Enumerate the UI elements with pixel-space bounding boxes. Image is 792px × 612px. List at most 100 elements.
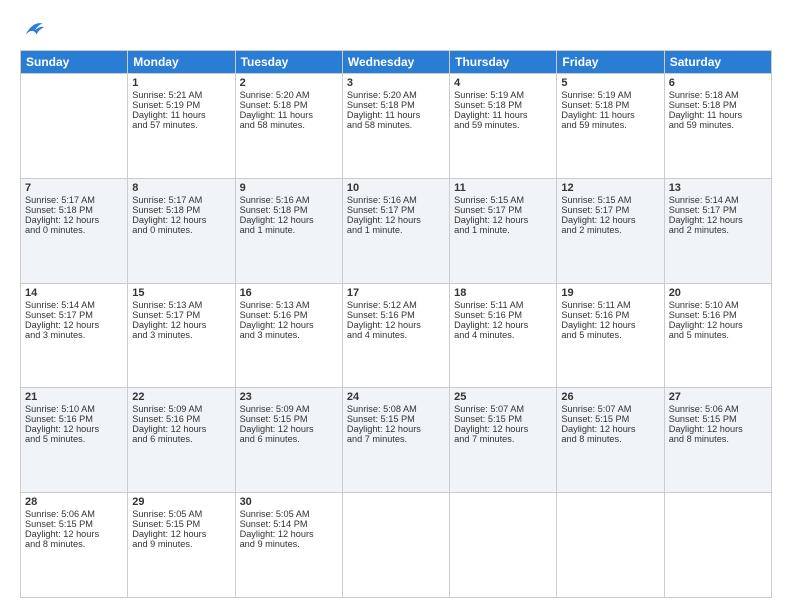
day-info-line: Sunrise: 5:08 AM <box>347 404 445 414</box>
day-info-line: Sunset: 5:18 PM <box>347 100 445 110</box>
day-number: 17 <box>347 287 445 299</box>
calendar-cell: 26Sunrise: 5:07 AMSunset: 5:15 PMDayligh… <box>557 388 664 493</box>
calendar-cell: 13Sunrise: 5:14 AMSunset: 5:17 PMDayligh… <box>664 178 771 283</box>
day-info-line: Sunrise: 5:11 AM <box>454 300 552 310</box>
day-info-line: Daylight: 12 hours <box>347 424 445 434</box>
day-info-line: Sunrise: 5:13 AM <box>240 300 338 310</box>
day-info-line: and 58 minutes. <box>240 120 338 130</box>
day-info-line: Daylight: 11 hours <box>347 110 445 120</box>
day-number: 18 <box>454 287 552 299</box>
day-info-line: and 8 minutes. <box>25 539 123 549</box>
day-info-line: Sunrise: 5:18 AM <box>669 90 767 100</box>
day-info-line: Sunrise: 5:11 AM <box>561 300 659 310</box>
day-number: 21 <box>25 391 123 403</box>
day-info-line: and 1 minute. <box>240 225 338 235</box>
day-number: 9 <box>240 182 338 194</box>
day-info-line: Sunrise: 5:06 AM <box>669 404 767 414</box>
day-info-line: Daylight: 12 hours <box>669 424 767 434</box>
day-info-line: Sunset: 5:15 PM <box>669 414 767 424</box>
calendar-cell: 20Sunrise: 5:10 AMSunset: 5:16 PMDayligh… <box>664 283 771 388</box>
day-number: 6 <box>669 77 767 89</box>
day-info-line: Sunrise: 5:06 AM <box>25 509 123 519</box>
day-number: 10 <box>347 182 445 194</box>
calendar-cell: 24Sunrise: 5:08 AMSunset: 5:15 PMDayligh… <box>342 388 449 493</box>
day-info-line: Sunset: 5:15 PM <box>25 519 123 529</box>
week-row-2: 7Sunrise: 5:17 AMSunset: 5:18 PMDaylight… <box>21 178 772 283</box>
calendar-cell <box>342 493 449 598</box>
day-info-line: Sunrise: 5:09 AM <box>240 404 338 414</box>
day-info-line: Sunset: 5:15 PM <box>454 414 552 424</box>
day-info-line: Sunrise: 5:19 AM <box>561 90 659 100</box>
day-info-line: Daylight: 12 hours <box>454 424 552 434</box>
day-info-line: Sunrise: 5:07 AM <box>561 404 659 414</box>
day-info-line: and 7 minutes. <box>347 434 445 444</box>
day-info-line: Daylight: 12 hours <box>240 529 338 539</box>
day-info-line: Sunset: 5:15 PM <box>347 414 445 424</box>
day-info-line: Sunrise: 5:10 AM <box>25 404 123 414</box>
calendar-cell: 19Sunrise: 5:11 AMSunset: 5:16 PMDayligh… <box>557 283 664 388</box>
day-info-line: Sunset: 5:16 PM <box>669 310 767 320</box>
day-number: 12 <box>561 182 659 194</box>
day-info-line: Daylight: 11 hours <box>561 110 659 120</box>
day-number: 4 <box>454 77 552 89</box>
day-info-line: and 9 minutes. <box>132 539 230 549</box>
day-info-line: Sunset: 5:18 PM <box>240 205 338 215</box>
day-info-line: and 59 minutes. <box>669 120 767 130</box>
col-header-friday: Friday <box>557 51 664 74</box>
col-header-wednesday: Wednesday <box>342 51 449 74</box>
day-number: 2 <box>240 77 338 89</box>
calendar-cell: 5Sunrise: 5:19 AMSunset: 5:18 PMDaylight… <box>557 74 664 179</box>
col-header-thursday: Thursday <box>450 51 557 74</box>
calendar-cell: 11Sunrise: 5:15 AMSunset: 5:17 PMDayligh… <box>450 178 557 283</box>
day-number: 29 <box>132 496 230 508</box>
day-info-line: Daylight: 12 hours <box>25 529 123 539</box>
day-info-line: Daylight: 11 hours <box>669 110 767 120</box>
page: SundayMondayTuesdayWednesdayThursdayFrid… <box>0 0 792 612</box>
day-info-line: Daylight: 12 hours <box>132 215 230 225</box>
day-info-line: Sunrise: 5:20 AM <box>240 90 338 100</box>
day-number: 19 <box>561 287 659 299</box>
day-info-line: and 2 minutes. <box>561 225 659 235</box>
calendar-cell: 29Sunrise: 5:05 AMSunset: 5:15 PMDayligh… <box>128 493 235 598</box>
week-row-4: 21Sunrise: 5:10 AMSunset: 5:16 PMDayligh… <box>21 388 772 493</box>
day-info-line: Sunrise: 5:16 AM <box>347 195 445 205</box>
day-info-line: Daylight: 12 hours <box>347 320 445 330</box>
day-info-line: Daylight: 12 hours <box>132 320 230 330</box>
day-info-line: Sunrise: 5:15 AM <box>454 195 552 205</box>
week-row-3: 14Sunrise: 5:14 AMSunset: 5:17 PMDayligh… <box>21 283 772 388</box>
day-info-line: Daylight: 12 hours <box>240 320 338 330</box>
day-info-line: Daylight: 12 hours <box>454 320 552 330</box>
day-info-line: Sunset: 5:18 PM <box>240 100 338 110</box>
header <box>20 18 772 40</box>
day-info-line: Daylight: 12 hours <box>561 215 659 225</box>
day-info-line: Sunrise: 5:21 AM <box>132 90 230 100</box>
day-number: 16 <box>240 287 338 299</box>
day-info-line: and 9 minutes. <box>240 539 338 549</box>
day-info-line: Sunset: 5:18 PM <box>561 100 659 110</box>
day-info-line: and 5 minutes. <box>25 434 123 444</box>
day-info-line: Daylight: 12 hours <box>25 424 123 434</box>
day-info-line: and 5 minutes. <box>669 330 767 340</box>
calendar-cell: 28Sunrise: 5:06 AMSunset: 5:15 PMDayligh… <box>21 493 128 598</box>
day-info-line: Sunset: 5:17 PM <box>25 310 123 320</box>
day-number: 1 <box>132 77 230 89</box>
col-header-saturday: Saturday <box>664 51 771 74</box>
day-info-line: Sunset: 5:14 PM <box>240 519 338 529</box>
day-info-line: Sunrise: 5:10 AM <box>669 300 767 310</box>
calendar-table: SundayMondayTuesdayWednesdayThursdayFrid… <box>20 50 772 598</box>
day-info-line: and 58 minutes. <box>347 120 445 130</box>
week-row-1: 1Sunrise: 5:21 AMSunset: 5:19 PMDaylight… <box>21 74 772 179</box>
day-info-line: Daylight: 12 hours <box>25 320 123 330</box>
day-info-line: and 3 minutes. <box>25 330 123 340</box>
calendar-cell: 23Sunrise: 5:09 AMSunset: 5:15 PMDayligh… <box>235 388 342 493</box>
day-info-line: Daylight: 12 hours <box>561 424 659 434</box>
day-info-line: Sunrise: 5:14 AM <box>669 195 767 205</box>
day-number: 11 <box>454 182 552 194</box>
calendar-cell <box>450 493 557 598</box>
day-info-line: Sunrise: 5:12 AM <box>347 300 445 310</box>
day-info-line: Sunset: 5:16 PM <box>240 310 338 320</box>
day-number: 15 <box>132 287 230 299</box>
day-info-line: Daylight: 11 hours <box>454 110 552 120</box>
week-row-5: 28Sunrise: 5:06 AMSunset: 5:15 PMDayligh… <box>21 493 772 598</box>
day-info-line: Daylight: 12 hours <box>669 215 767 225</box>
